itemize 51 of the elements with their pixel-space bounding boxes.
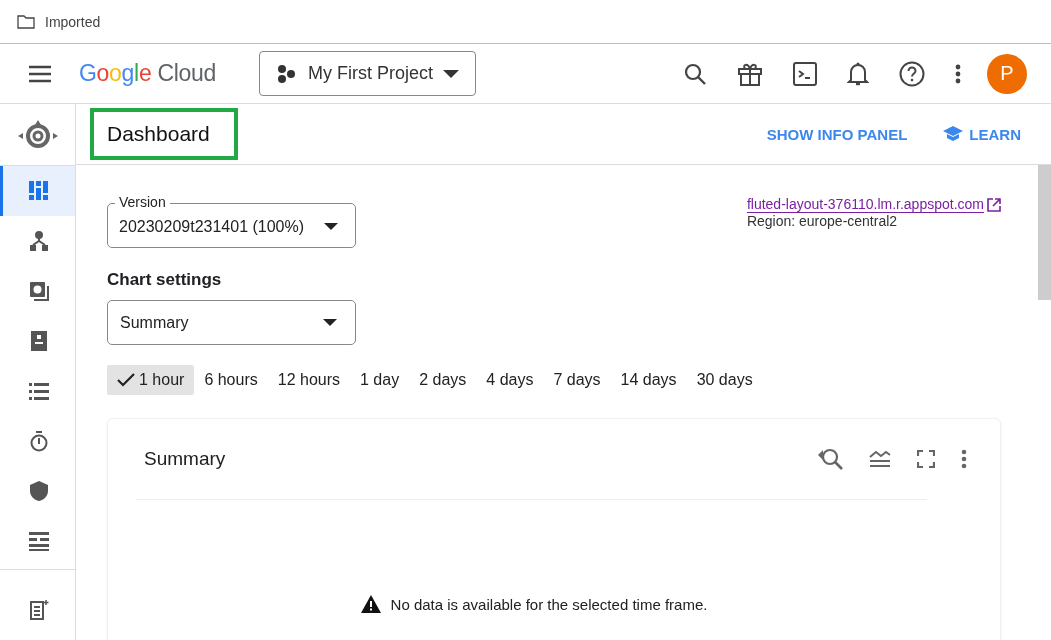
fullscreen-icon[interactable] [917,450,935,468]
warning-icon [360,595,381,613]
hierarchy-icon [28,230,50,252]
time-range-chip[interactable]: 1 day [350,365,410,395]
check-icon [117,373,135,387]
grid-icon [28,530,50,552]
dropdown-arrow-icon [324,222,338,231]
time-range-chip[interactable]: 1 hour [107,365,195,395]
timer-icon [28,430,50,452]
product-logo[interactable]: Google Cloud [79,60,217,87]
region-text: Region: europe-central2 [746,213,899,229]
project-selector[interactable]: My First Project [259,51,477,96]
learn-button[interactable]: LEARN [935,119,1029,149]
terminal-icon[interactable] [793,61,817,86]
show-info-panel-button[interactable]: SHOW INFO PANEL [758,119,916,149]
shield-icon [28,480,50,502]
legend-icon[interactable] [869,450,891,468]
version-select[interactable]: Version 20230209t231401 (100%) [107,194,356,248]
reset-zoom-icon[interactable] [817,447,843,471]
dashboard-icon [28,180,50,202]
sidebar-item[interactable] [0,166,75,216]
breadcrumb-label[interactable]: Imported [45,13,101,30]
list-icon [28,380,50,402]
time-range-chip[interactable]: 12 hours [267,365,350,395]
graduation-cap-icon [943,126,964,142]
badge-icon [28,330,50,352]
time-range-chip[interactable]: 2 days [409,365,477,395]
help-icon[interactable] [899,60,925,87]
dropdown-arrow-icon [443,68,460,79]
chart-settings-heading: Chart settings [107,270,223,290]
dropdown-arrow-icon [323,318,337,327]
menu-icon[interactable] [28,64,52,83]
time-range-chip[interactable]: 6 hours [194,365,268,395]
bell-icon[interactable] [847,60,869,87]
more-icon[interactable] [955,63,961,84]
more-icon[interactable] [961,449,967,469]
time-range-chip[interactable]: 4 days [476,365,544,395]
time-range-chip[interactable]: 7 days [543,365,611,395]
clock-document-icon [28,280,50,302]
notes-icon [28,599,50,621]
time-range-chip[interactable]: 14 days [610,365,687,395]
chart-settings-select[interactable]: Summary [107,300,356,345]
external-link-icon[interactable] [987,197,1001,212]
card-title: Summary [144,448,226,470]
scrollbar[interactable] [1038,165,1051,300]
folder-icon [17,14,35,29]
app-url-link[interactable]: fluted-layout-376110.lm.r.appspot.com [746,196,984,213]
no-data-message: No data is available for the selected time frame. [390,595,708,613]
time-range-chip[interactable]: 30 days [686,365,763,395]
search-icon[interactable] [683,61,707,86]
page-title: Dashboard [90,108,238,160]
